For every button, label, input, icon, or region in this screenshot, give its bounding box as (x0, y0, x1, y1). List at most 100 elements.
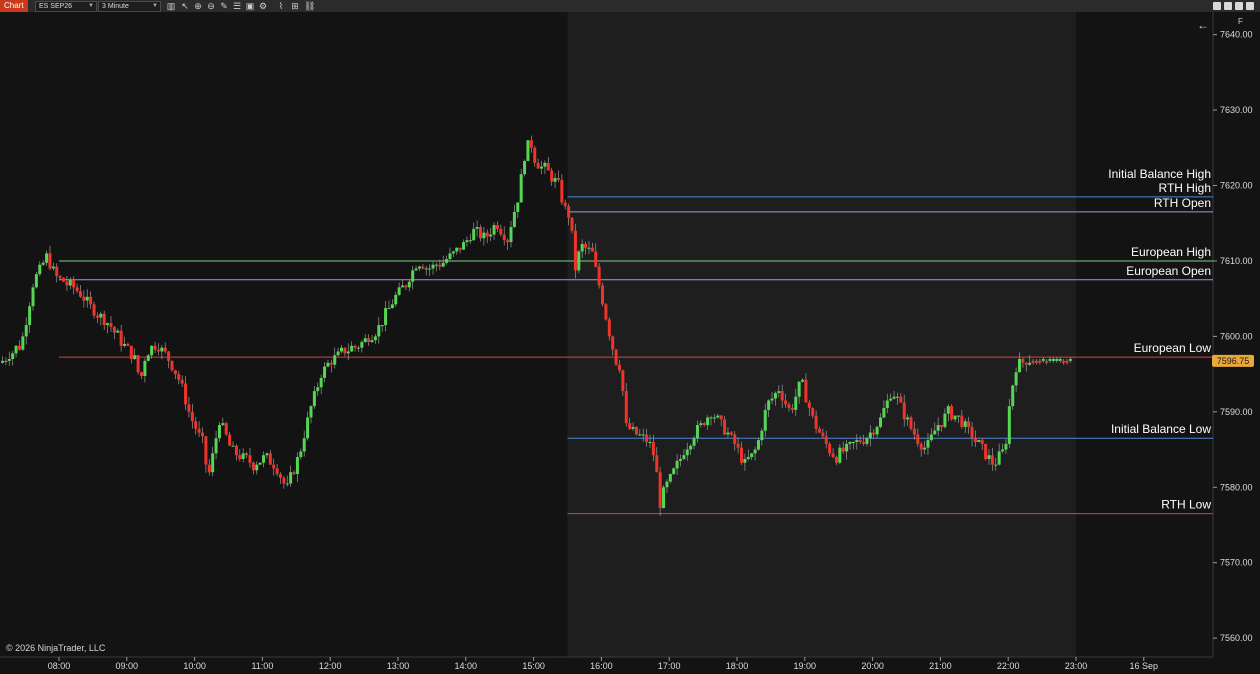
candle-body (1018, 359, 1021, 373)
candle-body (1028, 362, 1032, 365)
candle-body (936, 425, 940, 431)
candle-body (1001, 449, 1005, 452)
candle-body (234, 445, 238, 456)
candle-body (967, 421, 971, 427)
candle-body (448, 253, 452, 260)
candle-body (946, 406, 950, 414)
candle-body (845, 443, 849, 452)
candle-body (773, 392, 777, 399)
candle-body (265, 453, 269, 456)
y-tick-label: 7640.00 (1220, 30, 1253, 40)
draw-icon[interactable]: ✎ (219, 1, 229, 11)
candle-body (424, 268, 428, 270)
y-tick-label: 7630.00 (1220, 105, 1253, 115)
candle-body (153, 345, 157, 350)
candle-body (302, 438, 306, 452)
candle-body (506, 240, 510, 243)
candle-body (963, 421, 967, 427)
candle-body (743, 458, 747, 463)
candle-body (299, 451, 303, 458)
zoom-out-icon[interactable]: ⊖ (206, 1, 216, 11)
candle-body (346, 351, 350, 354)
candle-body (262, 455, 266, 463)
candle-body (733, 434, 737, 444)
candle-body (953, 415, 957, 420)
candle-body (133, 355, 137, 360)
candle-body (1038, 360, 1042, 363)
candle-body (7, 359, 11, 361)
candle-body (865, 438, 869, 444)
candle-body (231, 445, 235, 447)
candle-body (434, 264, 438, 266)
properties-icon[interactable]: ☰ (232, 1, 242, 11)
close-icon[interactable] (1246, 2, 1254, 10)
indicators-icon[interactable]: ⌇ (276, 1, 286, 11)
candle-body (384, 308, 388, 326)
candle-body (973, 438, 977, 442)
restore-icon[interactable] (1224, 2, 1232, 10)
candle-body (482, 232, 486, 239)
candle-body (370, 340, 374, 343)
candle-body (641, 434, 645, 436)
candle-body (753, 449, 757, 454)
templates-icon[interactable]: ⊞ (290, 1, 300, 11)
candle-body (858, 440, 862, 442)
candle-body (736, 443, 740, 448)
candle-body (136, 355, 140, 373)
candle-body (872, 432, 876, 435)
level-label: RTH Open (1154, 196, 1211, 210)
candle-body (570, 217, 574, 231)
x-tick-label: 20:00 (861, 661, 884, 671)
candle-body (119, 330, 123, 346)
candle-body (821, 432, 825, 437)
candle-body (282, 477, 286, 484)
scale-justification-flag[interactable]: F (1238, 17, 1243, 26)
candle-body (455, 247, 459, 252)
pointer-icon[interactable]: ↖ (180, 1, 190, 11)
candle-body (38, 264, 42, 275)
candle-body (48, 253, 52, 269)
instrument-label: ES SEP26 (39, 3, 73, 10)
back-arrow-icon[interactable]: ← (1197, 18, 1209, 32)
candle-body (31, 287, 35, 307)
candle-body (336, 351, 340, 356)
candle-body (295, 457, 299, 475)
candle-body (1031, 360, 1035, 363)
price-chart[interactable]: RTH HighInitial Balance High RTH Open Euro… (0, 12, 1260, 674)
copyright-text: © 2026 NinjaTrader, LLC (6, 643, 106, 653)
candle-body (1051, 359, 1055, 361)
candle-body (353, 345, 357, 348)
candle-body (102, 313, 106, 326)
maximize-icon[interactable] (1235, 2, 1243, 10)
candle-body (624, 391, 628, 424)
minimize-icon[interactable] (1213, 2, 1221, 10)
candle-body (831, 453, 835, 458)
candle-body (1055, 359, 1059, 361)
candle-body (241, 453, 245, 459)
y-tick-label: 7600.00 (1220, 331, 1253, 341)
candle-body (21, 336, 25, 350)
candle-body (1034, 360, 1038, 363)
candle-body (472, 228, 476, 241)
candle-body (712, 417, 716, 419)
interval-selector[interactable]: 3 Minute ▼ (98, 1, 161, 12)
candle-body (631, 426, 635, 429)
candle-body (875, 426, 879, 435)
chart-tab[interactable]: Chart (0, 0, 28, 12)
bars-icon[interactable]: ▥ (166, 1, 176, 11)
instrument-selector[interactable]: ES SEP26 ▼ (35, 1, 97, 12)
candle-body (146, 355, 150, 361)
data-box-icon[interactable]: ▣ (245, 1, 255, 11)
candle-body (411, 270, 415, 282)
candle-body (268, 453, 272, 465)
strategies-icon[interactable]: ⚙ (258, 1, 268, 11)
candle-body (692, 438, 696, 446)
x-tick-label: 11:00 (251, 661, 273, 671)
link-icon[interactable]: ⛓ (304, 1, 315, 11)
candle-body (607, 319, 611, 337)
candle-body (590, 247, 594, 252)
candle-body (404, 285, 408, 288)
y-tick-label: 7570.00 (1220, 558, 1253, 568)
candle-body (916, 434, 920, 444)
zoom-in-icon[interactable]: ⊕ (193, 1, 203, 11)
